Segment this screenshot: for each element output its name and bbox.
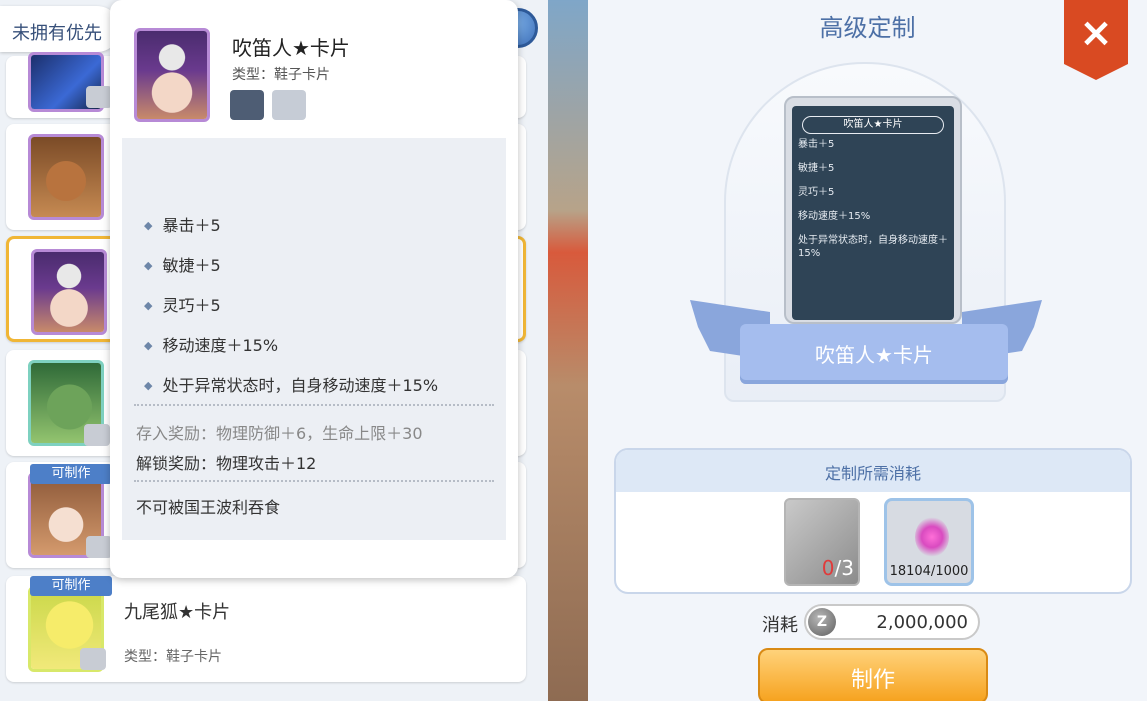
fee-display: Z 2,000,000 xyxy=(804,604,980,640)
card-preview-line: 灵巧＋5 xyxy=(798,187,835,198)
stat-line: 移动速度＋15% xyxy=(144,332,278,356)
material-gem-slot[interactable]: 18104/1000 xyxy=(884,498,974,586)
stat-line: 灵巧＋5 xyxy=(144,292,220,316)
card-detail-tooltip: 吹笛人★卡片 类型：鞋子卡片 暴击＋5 敏捷＋5 灵巧＋5 移动速度＋15% 处… xyxy=(110,0,518,578)
stat-line: 处于异常状态时，自身移动速度＋15% xyxy=(144,372,438,396)
make-button-label: 制作 xyxy=(850,668,895,693)
stat-line: 敏捷＋5 xyxy=(144,252,220,276)
card-type: 类型：鞋子卡片 xyxy=(232,67,330,83)
card-type-icon xyxy=(272,90,306,120)
divider xyxy=(134,404,494,406)
material-count: 18104/1000 xyxy=(889,564,969,579)
card-preview-line: 暴击＋5 xyxy=(798,139,835,150)
list-item[interactable]: 可制作 九尾狐★卡片 类型：鞋子卡片 xyxy=(6,576,526,682)
card-type-icon xyxy=(86,86,112,108)
card-name: 吹笛人★卡片 xyxy=(232,36,350,60)
make-button[interactable]: 制作 xyxy=(758,648,988,701)
card-preview-line: 移动速度＋15% xyxy=(798,211,871,222)
card-name: 九尾狐★卡片 xyxy=(124,602,231,623)
card-preview-line: 敏捷＋5 xyxy=(798,163,835,174)
material-card-slot[interactable]: 0/3 xyxy=(784,498,860,586)
ribbon-card-name: 吹笛人★卡片 xyxy=(815,343,933,367)
cost-title: 定制所需消耗 xyxy=(824,464,921,483)
card-thumbnail xyxy=(28,134,104,220)
fee-value: 2,000,000 xyxy=(876,612,968,633)
card-type-icon xyxy=(80,648,106,670)
deposit-bonus: 存入奖励：物理防御＋6，生命上限＋30 xyxy=(136,424,423,443)
card-thumbnail xyxy=(134,28,210,122)
filter-label: 未拥有优先 xyxy=(12,23,102,44)
filter-toggle[interactable]: 未拥有优先 xyxy=(0,6,120,52)
cost-section: 定制所需消耗 0/3 18104/1000 xyxy=(614,448,1132,594)
material-count: 0/3 xyxy=(821,556,854,580)
close-button[interactable]: × xyxy=(1064,0,1128,80)
card-thumbnail xyxy=(31,249,107,335)
card-preview-line: 处于异常状态时，自身移动速度＋15% xyxy=(798,235,948,259)
close-icon: × xyxy=(1079,10,1113,56)
cost-header: 定制所需消耗 xyxy=(616,450,1130,492)
card-type-icon xyxy=(86,536,112,558)
card-stats-area: 暴击＋5 敏捷＋5 灵巧＋5 移动速度＋15% 处于异常状态时，自身移动速度＋1… xyxy=(122,138,506,540)
gem-icon xyxy=(915,517,949,557)
craftable-badge: 可制作 xyxy=(30,576,112,596)
divider xyxy=(134,480,494,482)
craftable-badge: 可制作 xyxy=(30,464,112,484)
custom-craft-panel: 高级定制 × 吹笛人★卡片 暴击＋5 敏捷＋5 灵巧＋5 移动速度＋15% 处于… xyxy=(588,0,1147,701)
stat-line: 暴击＋5 xyxy=(144,212,220,236)
card-preview-title: 吹笛人★卡片 xyxy=(802,116,944,134)
card-name-ribbon: 吹笛人★卡片 xyxy=(740,324,1008,384)
card-note: 不可被国王波利吞食 xyxy=(136,498,281,517)
view-detail-icon[interactable] xyxy=(230,90,264,120)
card-type: 类型：鞋子卡片 xyxy=(124,649,222,665)
fee-label: 消耗 xyxy=(762,615,798,636)
unlock-bonus: 解锁奖励：物理攻击＋12 xyxy=(136,454,317,473)
panel-title: 高级定制 xyxy=(819,14,916,42)
zeny-coin-icon: Z xyxy=(808,608,836,636)
card-type-icon xyxy=(84,424,110,446)
